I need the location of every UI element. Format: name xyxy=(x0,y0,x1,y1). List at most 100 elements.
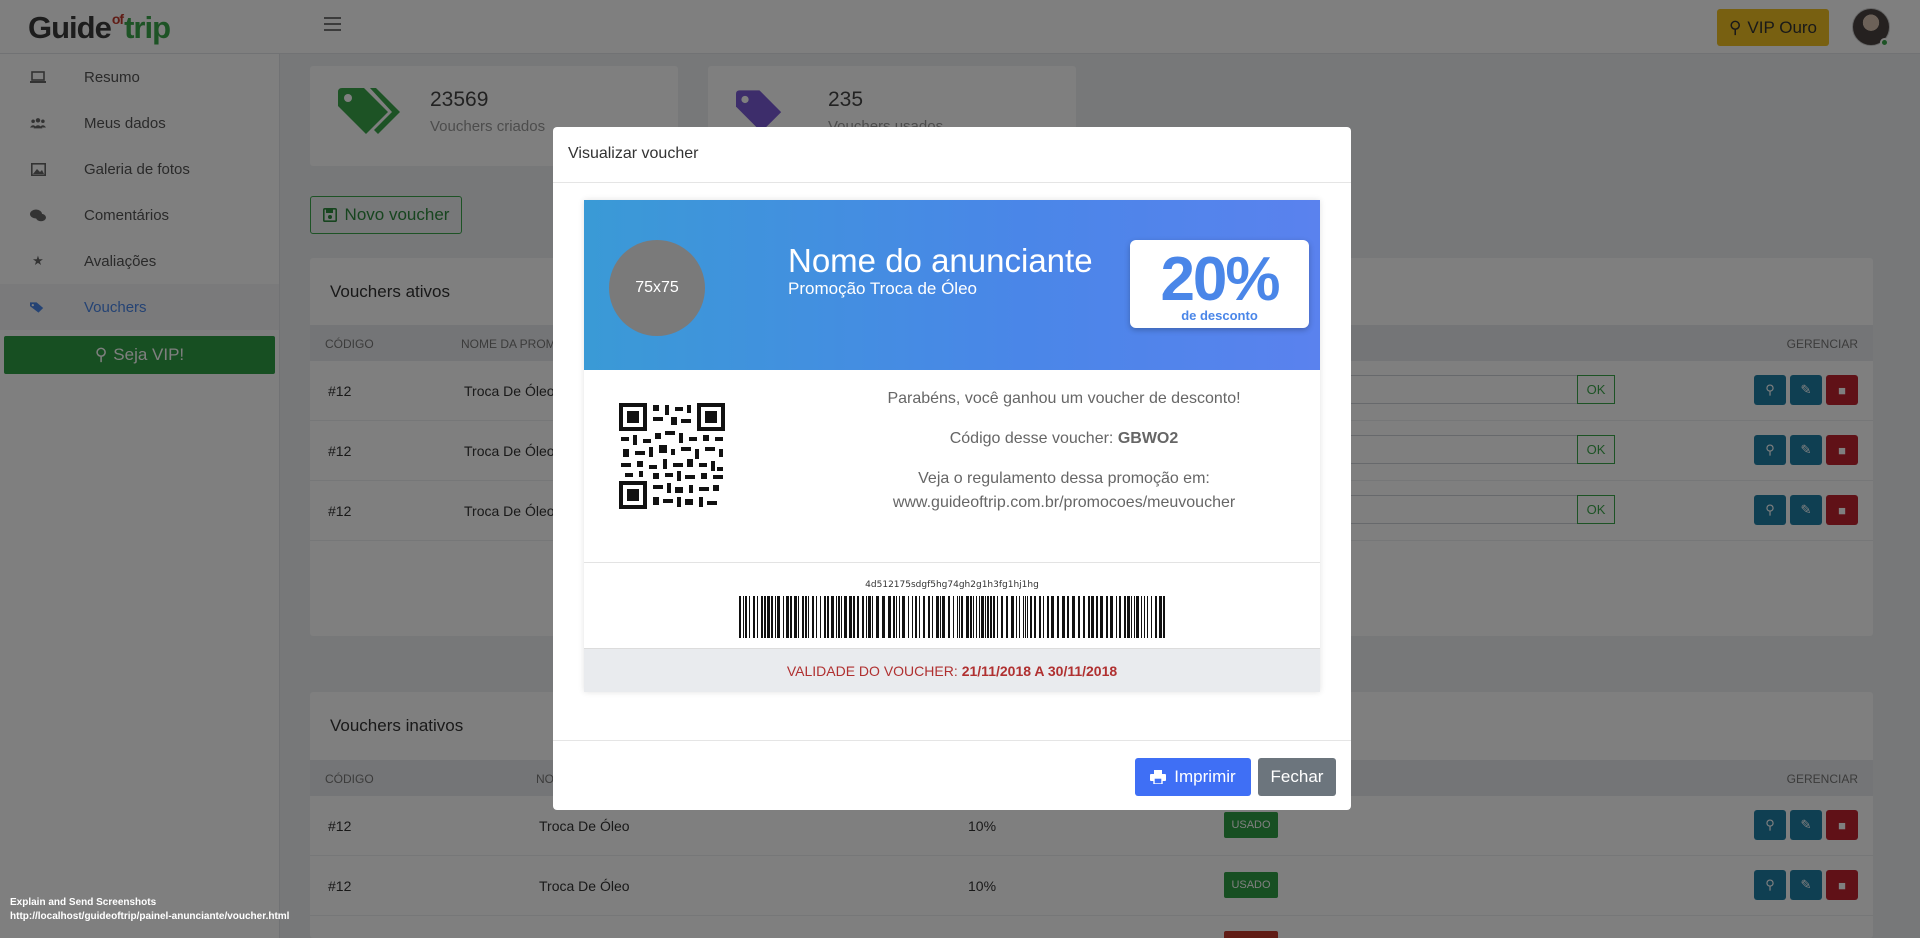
barcode-bar xyxy=(761,596,763,638)
barcode-bar xyxy=(868,596,871,638)
barcode-bar xyxy=(928,596,930,638)
barcode-bar xyxy=(844,596,847,638)
divider xyxy=(553,182,1351,183)
barcode-bar xyxy=(997,596,998,638)
barcode-bar xyxy=(866,596,867,638)
voucher-code-line: Código desse voucher: GBWO2 xyxy=(824,430,1304,448)
print-icon xyxy=(1150,770,1167,784)
barcode-bar xyxy=(1011,596,1014,638)
barcode-bar xyxy=(993,596,995,638)
barcode-bar xyxy=(985,596,986,638)
barcode-bar xyxy=(1127,596,1130,638)
rules-url[interactable]: www.guideoftrip.com.br/promocoes/meuvouc… xyxy=(824,494,1304,512)
advertiser-logo-placeholder: 75x75 xyxy=(609,240,705,336)
barcode-bar xyxy=(987,596,989,638)
barcode-bar xyxy=(942,596,945,638)
barcode-bar xyxy=(1159,596,1162,638)
barcode-bar xyxy=(1124,596,1126,638)
barcode-bar xyxy=(739,596,741,638)
barcode-bar xyxy=(902,596,905,638)
barcode-bar xyxy=(1057,596,1059,638)
barcode-bar xyxy=(1051,596,1054,638)
screenshot-note: Explain and Send Screenshots http://loca… xyxy=(10,896,289,924)
barcode-bar xyxy=(1144,596,1145,638)
barcode-bar xyxy=(1147,596,1148,638)
barcode-bar xyxy=(841,596,842,638)
barcode-bar xyxy=(940,596,941,638)
barcode-bar xyxy=(767,596,770,638)
barcode-bar xyxy=(1136,596,1139,638)
barcode-bar xyxy=(827,596,829,638)
barcode-bar xyxy=(1001,596,1003,638)
barcode-bar xyxy=(899,596,900,638)
barcode-bar xyxy=(966,596,969,638)
barcode-bar xyxy=(836,596,837,638)
voucher-card: 75x75 Nome do anunciante Promoção Troca … xyxy=(584,200,1320,692)
barcode-bar xyxy=(790,596,792,638)
advertiser-name: Nome do anunciante xyxy=(788,242,1093,279)
print-label: Imprimir xyxy=(1174,767,1236,786)
barcode-bar xyxy=(893,596,895,638)
barcode-bar xyxy=(1025,596,1026,638)
barcode-bar xyxy=(831,596,834,638)
voucher-modal: Visualizar voucher 75x75 Nome do anuncia… xyxy=(553,127,1351,810)
barcode-bar xyxy=(743,596,744,638)
barcode-bar xyxy=(896,596,897,638)
discount-value: 20% xyxy=(1160,245,1280,314)
barcode-bar xyxy=(872,596,873,638)
barcode-bar xyxy=(1023,596,1024,638)
barcode-bar xyxy=(1116,596,1117,638)
barcode-bar xyxy=(802,596,804,638)
barcode-bar xyxy=(936,596,939,638)
barcode-bar xyxy=(824,596,826,638)
qr-code xyxy=(619,403,725,509)
validity-dates: 21/11/2018 A 30/11/2018 xyxy=(961,662,1118,679)
barcode-bar xyxy=(753,596,755,638)
discount-box: 20% de desconto xyxy=(1130,240,1309,328)
barcode-bar xyxy=(1072,596,1075,638)
barcode xyxy=(739,596,1165,638)
note-line2: http://localhost/guideoftrip/painel-anun… xyxy=(10,911,290,922)
barcode-bar xyxy=(805,596,807,638)
barcode-bar xyxy=(1100,596,1103,638)
barcode-bar xyxy=(783,596,784,638)
note-line1: Explain and Send Screenshots xyxy=(10,897,157,908)
barcode-bar xyxy=(1047,596,1049,638)
barcode-bar xyxy=(1110,596,1113,638)
barcode-bar xyxy=(1067,596,1069,638)
barcode-bar xyxy=(1163,596,1165,638)
barcode-bar xyxy=(990,596,992,638)
barcode-bar xyxy=(908,596,909,638)
barcode-bar xyxy=(915,596,917,638)
barcode-bar xyxy=(970,596,972,638)
validity-label: VALIDADE DO VOUCHER: xyxy=(786,662,958,679)
barcode-bar xyxy=(888,596,891,638)
barcode-bar xyxy=(973,596,974,638)
barcode-bar xyxy=(1043,596,1044,638)
barcode-bar xyxy=(798,596,799,638)
barcode-bar xyxy=(976,596,977,638)
barcode-bar xyxy=(749,596,750,638)
barcode-bar xyxy=(808,596,809,638)
print-button[interactable]: Imprimir xyxy=(1135,758,1251,796)
barcode-bar xyxy=(1016,596,1017,638)
barcode-bar xyxy=(979,596,980,638)
barcode-bar xyxy=(1030,596,1032,638)
barcode-bar xyxy=(1141,596,1142,638)
rules-label: Veja o regulamento dessa promoção em: xyxy=(918,470,1210,487)
barcode-bar xyxy=(1151,596,1152,638)
modal-title: Visualizar voucher xyxy=(568,145,699,162)
barcode-bar xyxy=(764,596,766,638)
barcode-bar xyxy=(953,596,954,638)
close-button[interactable]: Fechar xyxy=(1258,758,1336,796)
barcode-bar xyxy=(876,596,879,638)
divider xyxy=(553,740,1351,741)
barcode-bar xyxy=(923,596,925,638)
barcode-bar xyxy=(862,596,864,638)
code-label: Código desse voucher: xyxy=(949,430,1114,447)
validity-bar: VALIDADE DO VOUCHER: 21/11/2018 A 30/11/… xyxy=(584,648,1320,692)
barcode-bar xyxy=(1034,596,1036,638)
barcode-bar xyxy=(771,596,773,638)
barcode-bar xyxy=(1106,596,1108,638)
barcode-bar xyxy=(1096,596,1098,638)
